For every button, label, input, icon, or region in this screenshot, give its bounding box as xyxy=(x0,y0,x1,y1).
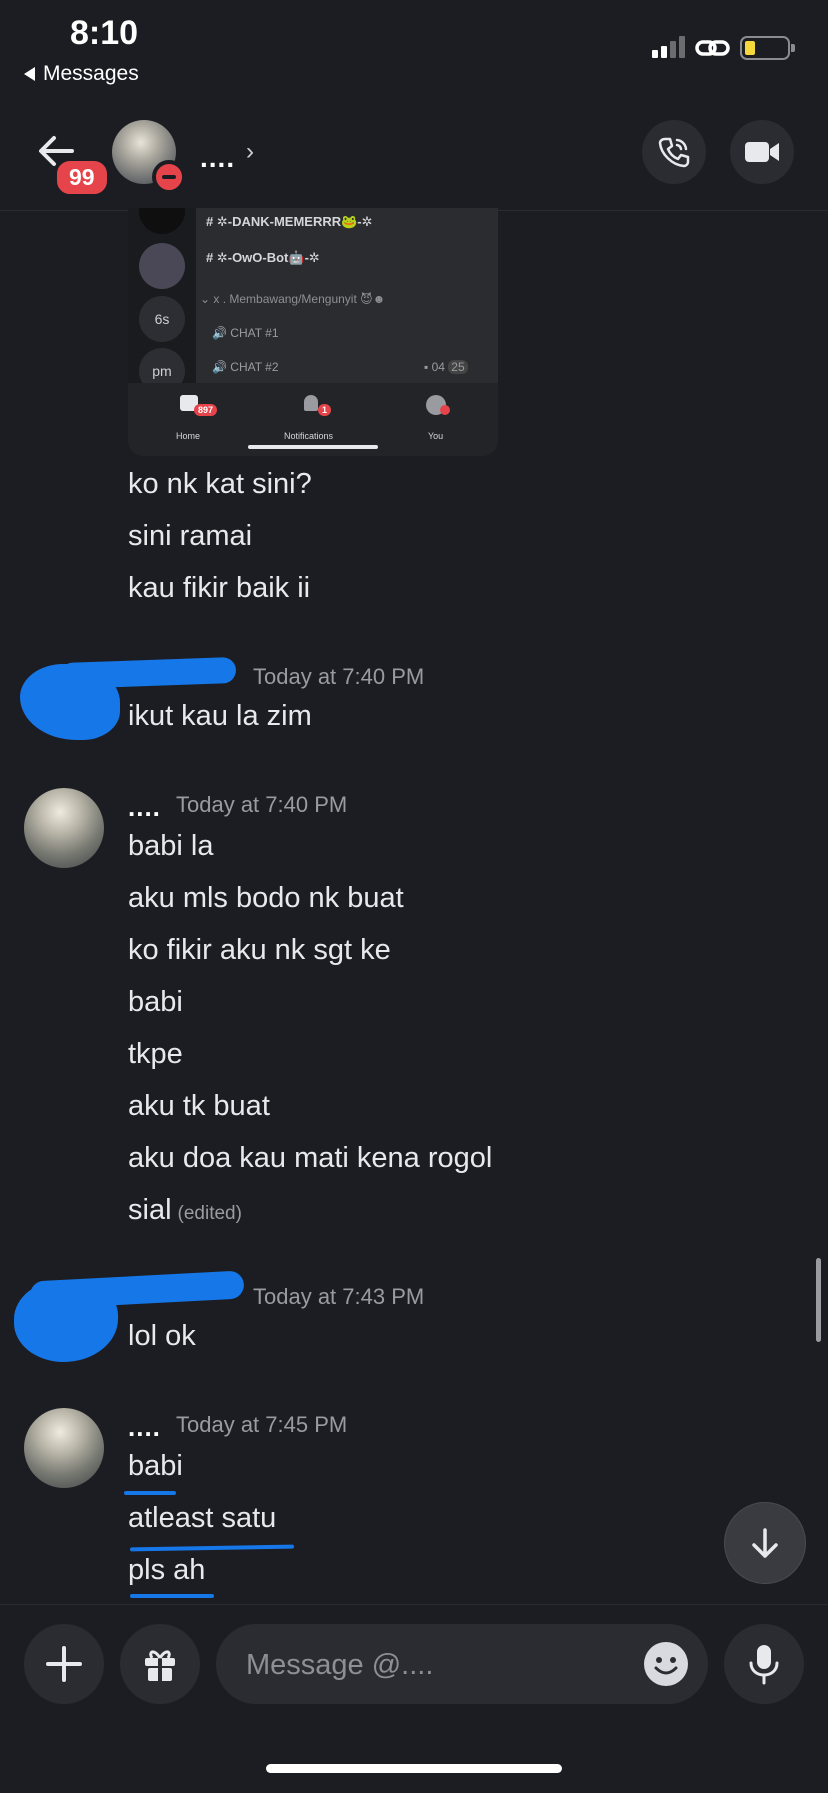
gift-button[interactable] xyxy=(120,1624,200,1704)
message-timestamp: Today at 7:43 PM xyxy=(253,1284,425,1309)
voice-message-button[interactable] xyxy=(724,1624,804,1704)
unread-count-badge: 99 xyxy=(54,158,110,197)
redacted-name-scribble xyxy=(29,1270,245,1310)
message-timestamp: Today at 7:45 PM xyxy=(176,1412,348,1437)
voice-channel-name: CHAT #2 xyxy=(230,360,279,374)
message-text: pls ah xyxy=(128,1554,206,1586)
scrollbar[interactable] xyxy=(816,1258,821,1342)
edited-label: (edited) xyxy=(177,1203,242,1224)
annotation-underline xyxy=(130,1594,214,1598)
notifications-tab-label: Notifications xyxy=(284,431,334,441)
message-text: babi xyxy=(128,1450,183,1482)
server-icon xyxy=(139,243,185,289)
smiley-face-icon xyxy=(654,1657,678,1675)
channel-name: # ✲-OwO-Bot🤖-✲ xyxy=(206,250,320,265)
voice-channel-name: CHAT #1 xyxy=(230,326,279,340)
bell-icon xyxy=(304,395,318,411)
server-icon xyxy=(139,208,185,234)
server-sidebar: 6s pm xyxy=(128,208,196,394)
voice-channel: 🔊 CHAT #2 xyxy=(212,360,279,374)
arrow-down-icon xyxy=(752,1528,778,1558)
cellular-signal-icon xyxy=(652,36,685,58)
message-text: atleast satu xyxy=(128,1502,277,1534)
message-text: tkpe xyxy=(128,1038,183,1070)
dnd-mini-icon xyxy=(440,405,450,415)
voice-limit: 25 xyxy=(448,360,468,374)
chevron-right-icon[interactable]: › xyxy=(246,138,254,166)
message-text: sini ramai xyxy=(128,520,253,552)
notifications-badge: 1 xyxy=(318,404,332,416)
status-time: 8:10 xyxy=(70,14,139,52)
voice-call-button[interactable] xyxy=(642,120,706,184)
channel-category: ⌄ x . Membawang/Mengunyit 😈☻ xyxy=(200,292,386,306)
message-timestamp: Today at 7:40 PM xyxy=(253,664,425,689)
message-text-content: sial xyxy=(128,1194,172,1226)
embed-tabbar: 897 Home 1 Notifications You xyxy=(128,383,498,456)
contact-name[interactable]: .... xyxy=(200,142,235,174)
embed-home-indicator xyxy=(248,445,378,449)
home-badge: 897 xyxy=(194,404,218,416)
video-call-button[interactable] xyxy=(730,120,794,184)
voice-channel: 🔊 CHAT #1 xyxy=(212,326,279,340)
message-input[interactable] xyxy=(244,1644,608,1686)
channel-name: # ✲-DANK-MEMERRR🐸-✲ xyxy=(206,214,373,229)
message-input-container[interactable] xyxy=(216,1624,708,1704)
server-label: 6s xyxy=(139,296,185,342)
battery-icon xyxy=(740,36,795,60)
author-avatar[interactable] xyxy=(24,788,104,868)
back-app-label: Messages xyxy=(43,62,139,85)
video-camera-icon xyxy=(745,142,779,162)
redacted-name-scribble xyxy=(59,656,237,690)
microphone-icon xyxy=(749,1645,779,1685)
message-text: babi la xyxy=(128,830,214,862)
author-name[interactable]: .... xyxy=(128,792,161,823)
back-to-messages-link[interactable]: Messages xyxy=(24,62,139,86)
phone-icon xyxy=(658,137,690,168)
author-name[interactable]: .... xyxy=(128,1412,161,1443)
message-text: ko fikir aku nk sgt ke xyxy=(128,934,391,966)
author-avatar[interactable] xyxy=(24,1408,104,1488)
message-text: kau fikir baik ii xyxy=(128,572,311,604)
message-text: ko nk kat sini? xyxy=(128,468,312,500)
gift-icon xyxy=(145,1650,175,1681)
personal-hotspot-icon xyxy=(695,40,730,56)
add-attachment-button[interactable] xyxy=(24,1624,104,1704)
message-timestamp: Today at 7:40 PM xyxy=(176,792,348,817)
back-triangle-icon xyxy=(24,67,35,81)
image-attachment[interactable]: 6s pm # ✲-DANK-MEMERRR🐸-✲ # ✲-OwO-Bot🤖-✲… xyxy=(128,208,498,456)
plus-icon xyxy=(46,1646,82,1682)
emoji-icon[interactable] xyxy=(644,1642,688,1686)
message-text: lol ok xyxy=(128,1320,196,1352)
message-text: sial (edited) xyxy=(128,1194,242,1227)
message-text: ikut kau la zim xyxy=(128,700,312,732)
voice-count: 04 xyxy=(431,360,445,374)
home-tab-label: Home xyxy=(176,431,201,441)
message-text: aku doa kau mati kena rogol xyxy=(128,1142,493,1174)
annotation-underline xyxy=(129,1544,295,1552)
home-indicator xyxy=(266,1764,562,1773)
message-text: aku tk buat xyxy=(128,1090,270,1122)
voice-channel-count: ▪ 04 25 xyxy=(424,360,468,374)
you-tab-label: You xyxy=(428,431,444,441)
message-text: babi xyxy=(128,986,183,1018)
message-text: aku mls bodo nk buat xyxy=(128,882,404,914)
dnd-status-icon xyxy=(152,160,186,194)
jump-to-bottom-button[interactable] xyxy=(724,1502,806,1584)
annotation-underline xyxy=(124,1491,176,1495)
